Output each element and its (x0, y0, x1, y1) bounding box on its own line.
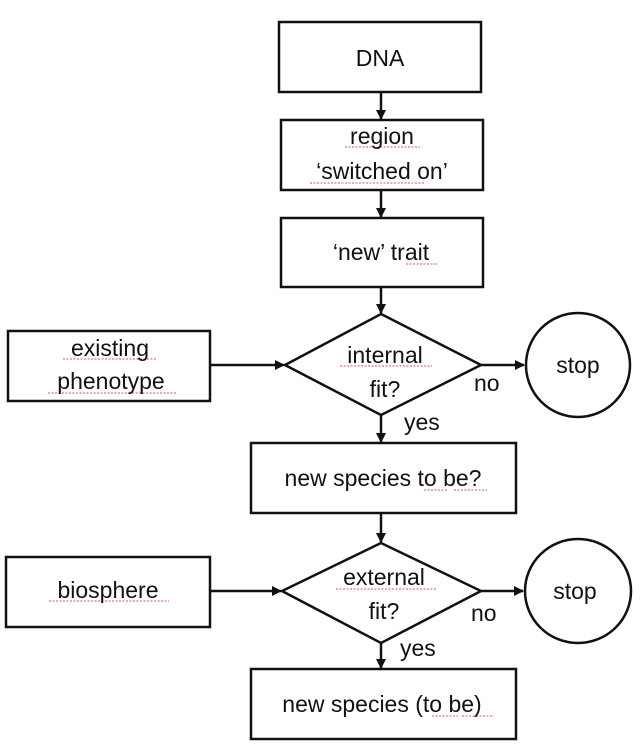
external-fit-label-line1: external (343, 564, 425, 590)
existing-phenotype-label-line2: phenotype (57, 368, 164, 394)
external-yes-label: yes (400, 635, 436, 661)
biosphere-label: biosphere (57, 577, 158, 603)
flowchart: DNA region ‘switched on’ ‘new’ trait exi… (4, 20, 633, 741)
external-no-label: no (471, 600, 497, 626)
internal-fit-label-line2: fit? (370, 376, 401, 402)
stop-label-1: stop (556, 352, 599, 378)
species-final-label: new species (to be) (282, 691, 481, 717)
internal-yes-label: yes (404, 409, 440, 435)
species-question-label: new species to be? (285, 465, 482, 491)
external-fit-diamond (279, 541, 484, 645)
region-label-line2: ‘switched on’ (316, 158, 448, 184)
trait-label: ‘new’ trait (333, 239, 430, 265)
internal-fit-label-line1: internal (347, 342, 422, 368)
region-label-line1: region (350, 123, 414, 149)
existing-phenotype-label-line1: existing (71, 335, 149, 361)
external-fit-label-line2: fit? (369, 598, 400, 624)
dna-label: DNA (356, 45, 405, 71)
internal-no-label: no (474, 370, 500, 396)
stop-label-2: stop (553, 578, 596, 604)
